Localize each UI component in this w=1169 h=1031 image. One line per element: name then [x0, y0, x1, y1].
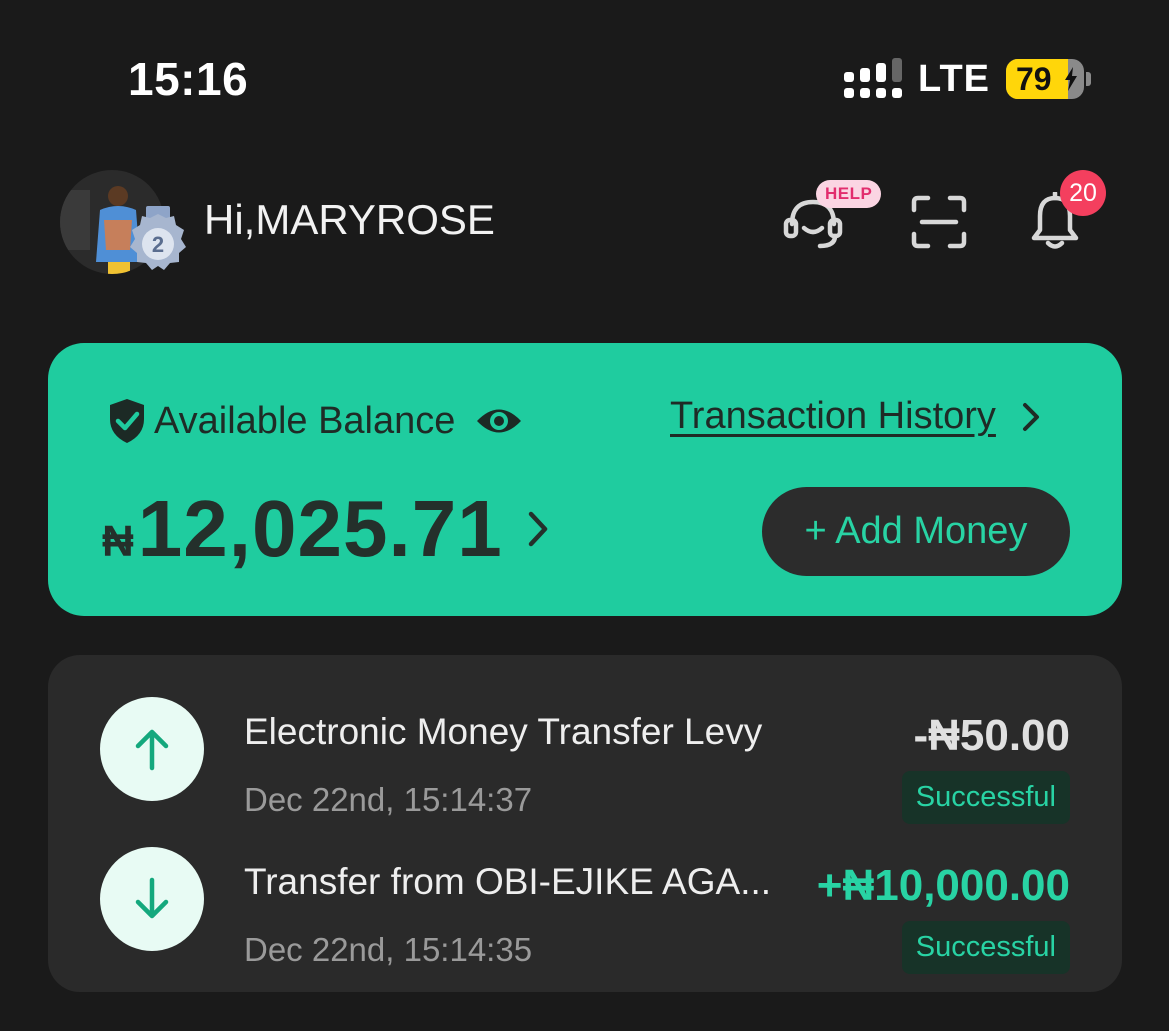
arrow-up-icon	[135, 729, 169, 771]
list-item[interactable]: Electronic Money Transfer Levy Dec 22nd,…	[48, 673, 1122, 824]
transaction-direction-badge	[100, 697, 204, 801]
chevron-right-icon	[528, 511, 547, 547]
balance-label-row: Available Balance	[106, 397, 523, 445]
recent-transactions: Electronic Money Transfer Levy Dec 22nd,…	[48, 655, 1122, 992]
eye-icon[interactable]	[475, 404, 523, 438]
greeting: Hi,MARYROSE	[204, 196, 495, 243]
status-badge: Successful	[901, 921, 1070, 974]
shield-check-icon	[110, 399, 144, 443]
transaction-date: Dec 22nd, 15:14:37	[244, 781, 533, 818]
network-type: LTE	[918, 57, 990, 100]
balance-card: Available Balance Transaction History ₦ …	[48, 343, 1122, 616]
balance-amount-row[interactable]: ₦ 12,025.71	[102, 483, 549, 575]
battery-nub	[1086, 72, 1091, 86]
list-item[interactable]: Transfer from OBI-EJIKE AGA... Dec 22nd,…	[48, 823, 1122, 974]
transaction-direction-badge	[100, 847, 204, 951]
charging-bolt-icon	[1065, 67, 1077, 91]
help-badge[interactable]: HELP	[816, 180, 882, 208]
status-indicators: LTE 79	[844, 55, 1091, 103]
signal-strength-icon	[844, 58, 903, 98]
chevron-right-icon	[1022, 402, 1039, 431]
scan-icon[interactable]	[910, 194, 968, 250]
medal-level: 2	[152, 232, 164, 257]
currency-symbol: ₦	[102, 517, 134, 566]
arrow-down-icon	[135, 877, 169, 919]
available-balance-label: Available Balance	[154, 399, 456, 442]
battery-indicator: 79	[1006, 59, 1091, 99]
balance-amount: 12,025.71	[137, 484, 503, 573]
status-time: 15:16	[128, 53, 249, 105]
medal-icon: 2	[130, 206, 186, 270]
battery-percentage: 79	[1016, 61, 1052, 97]
transaction-amount: +₦10,000.00	[816, 861, 1070, 910]
status-badge: Successful	[901, 771, 1070, 824]
add-money-button[interactable]: + Add Money	[762, 487, 1070, 576]
transaction-date: Dec 22nd, 15:14:35	[244, 931, 533, 968]
notification-count-badge[interactable]: 20	[1060, 170, 1106, 216]
transaction-history-link[interactable]: Transaction History	[670, 395, 1040, 438]
transaction-title: Electronic Money Transfer Levy	[244, 711, 763, 752]
transaction-title: Transfer from OBI-EJIKE AGA...	[244, 861, 772, 902]
transaction-amount: -₦50.00	[913, 711, 1070, 760]
transaction-history-label: Transaction History	[670, 395, 996, 437]
